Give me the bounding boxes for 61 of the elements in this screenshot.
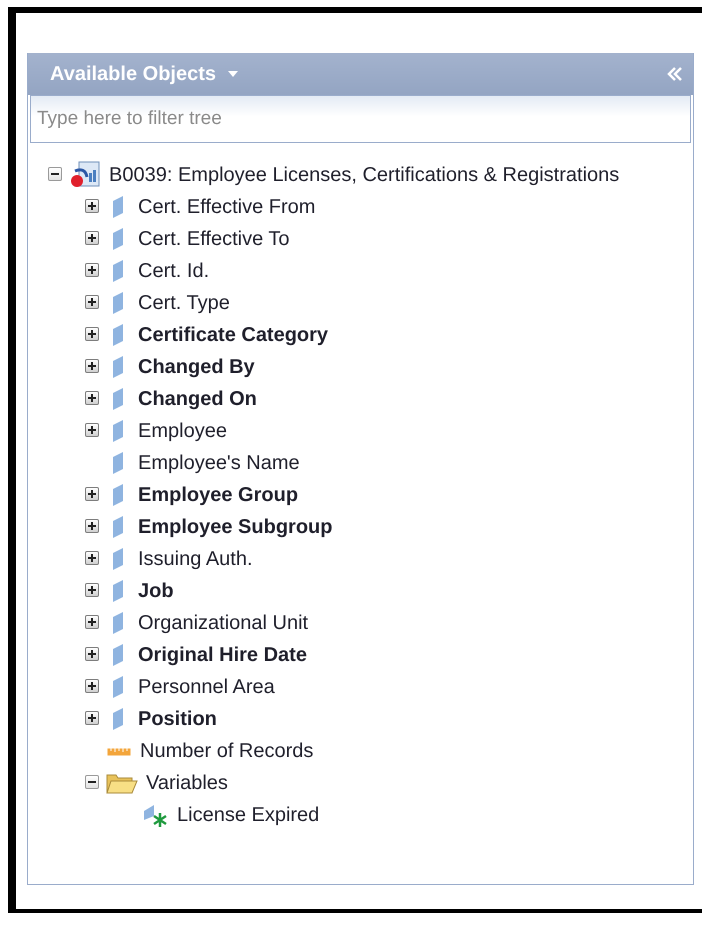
tree-item-label[interactable]: Employee Subgroup <box>138 516 332 538</box>
dimension-icon <box>112 483 124 507</box>
expand-toggle[interactable] <box>85 711 99 725</box>
expand-toggle[interactable] <box>85 487 99 501</box>
expand-toggle[interactable] <box>85 551 99 565</box>
variable-icon <box>143 802 169 828</box>
tree-item-label[interactable]: Personnel Area <box>138 676 275 698</box>
dimension-icon <box>112 227 124 251</box>
expand-toggle[interactable] <box>85 327 99 341</box>
dimension-icon <box>112 579 124 603</box>
collapse-toggle[interactable] <box>85 775 99 789</box>
tree-item-label[interactable]: Changed By <box>138 356 255 378</box>
dimension-icon <box>112 387 124 411</box>
dimension-icon <box>112 323 124 347</box>
ruler-icon <box>107 746 131 756</box>
dimension-icon <box>112 675 124 699</box>
dimension-icon <box>112 707 124 731</box>
dimension-icon <box>112 291 124 315</box>
tree-item-label[interactable]: Employee Group <box>138 484 298 506</box>
tree-item-label[interactable]: Changed On <box>138 388 257 410</box>
tree-item-label[interactable]: Cert. Effective From <box>138 196 316 218</box>
tree-item-label[interactable]: Organizational Unit <box>138 612 308 634</box>
tree-item-label[interactable]: Employee's Name <box>138 452 300 474</box>
dimension-icon <box>112 643 124 667</box>
tree-item-label[interactable]: Cert. Id. <box>138 260 210 282</box>
universe-icon <box>69 161 101 189</box>
tree-item-label[interactable]: License Expired <box>177 804 320 826</box>
dimension-icon <box>112 259 124 283</box>
expand-toggle[interactable] <box>85 263 99 277</box>
dimension-icon <box>112 195 124 219</box>
dimension-icon <box>112 355 124 379</box>
tree-item-label[interactable]: Employee <box>138 420 227 442</box>
tree-item-label[interactable]: Position <box>138 708 217 730</box>
tree-item-label[interactable]: Issuing Auth. <box>138 548 253 570</box>
expand-toggle[interactable] <box>85 615 99 629</box>
tree-item-label[interactable]: Original Hire Date <box>138 644 307 666</box>
expand-toggle[interactable] <box>85 231 99 245</box>
filter-field[interactable]: Type here to filter tree <box>30 95 691 143</box>
dimension-icon <box>112 451 124 475</box>
tree-item-label[interactable]: Number of Records <box>140 740 314 762</box>
expand-toggle[interactable] <box>85 295 99 309</box>
expand-toggle[interactable] <box>85 647 99 661</box>
tree-item-label[interactable]: Variables <box>146 772 228 794</box>
dimension-icon <box>112 547 124 571</box>
dimension-icon <box>112 515 124 539</box>
expand-toggle[interactable] <box>85 583 99 597</box>
tree-item-label[interactable]: Cert. Type <box>138 292 230 314</box>
expand-toggle[interactable] <box>85 359 99 373</box>
panel-title: Available Objects <box>50 62 216 86</box>
tree-item-label[interactable]: Cert. Effective To <box>138 228 290 250</box>
dimension-icon <box>112 419 124 443</box>
tree-item-label[interactable]: B0039: Employee Licenses, Certifications & Registrations <box>109 164 620 186</box>
expand-toggle[interactable] <box>85 199 99 213</box>
collapse-toggle[interactable] <box>48 167 62 181</box>
dimension-icon <box>112 611 124 635</box>
tree-item-label[interactable]: Job <box>138 580 174 602</box>
expand-toggle[interactable] <box>85 391 99 405</box>
expand-toggle[interactable] <box>85 679 99 693</box>
tree-item-label[interactable]: Certificate Category <box>138 324 328 346</box>
expand-toggle[interactable] <box>85 519 99 533</box>
expand-toggle[interactable] <box>85 423 99 437</box>
